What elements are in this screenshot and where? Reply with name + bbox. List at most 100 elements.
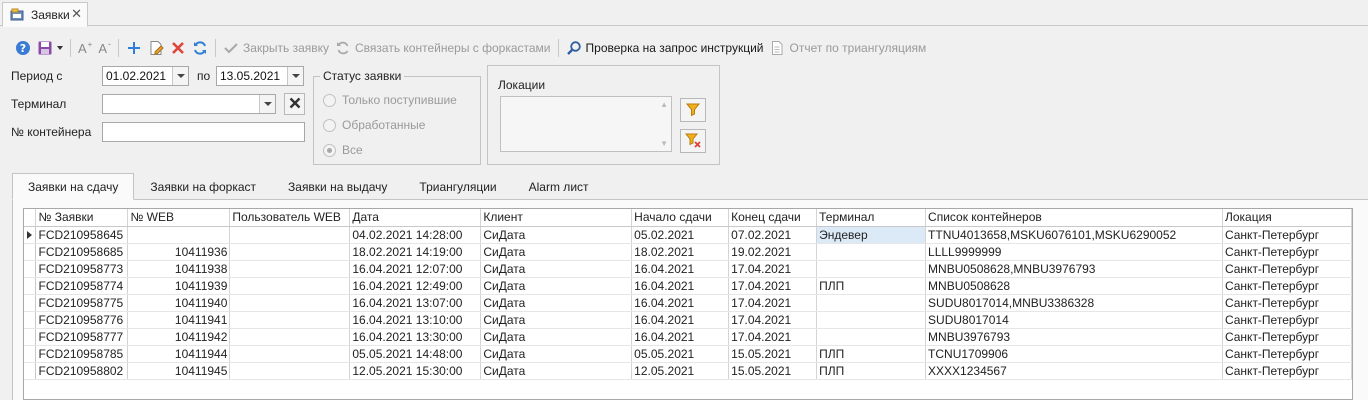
col-request-no-cell[interactable]: FCD210958802 (35, 362, 129, 380)
col-terminal-cell[interactable] (816, 243, 927, 261)
col-containers-header[interactable]: Список контейнеров (925, 209, 1223, 227)
col-containers-cell[interactable]: LLLL9999999 (925, 243, 1223, 261)
document-tab-requests[interactable]: Заявки ✕ (2, 2, 88, 27)
table-row[interactable]: FCD210958774 10411939 16.04.2021 12:49:00 С… (24, 277, 1353, 295)
radio-processed[interactable]: Обработанные (323, 118, 425, 132)
location-filter-button[interactable] (680, 98, 706, 122)
requests-grid[interactable]: № Заявки № WEB Пользователь WEB Дата Клиент Н… (23, 208, 1353, 400)
table-row[interactable]: FCD210958775 10411940 16.04.2021 13:07:00 С… (24, 294, 1353, 312)
col-client-cell[interactable]: СиДата (480, 243, 633, 261)
col-date-cell[interactable]: 16.04.2021 12:49:00 (349, 277, 482, 295)
close-icon[interactable]: ✕ (71, 7, 82, 21)
location-clear-filter-button[interactable] (680, 129, 706, 153)
col-client-cell[interactable]: СиДата (480, 226, 633, 244)
col-end-cell[interactable]: 17.04.2021 (728, 260, 818, 278)
terminal-input[interactable] (102, 94, 276, 114)
col-date-header[interactable]: Дата (349, 209, 482, 227)
table-row[interactable]: FCD210958802 10411945 12.05.2021 15:30:00 С… (24, 362, 1353, 380)
col-end-cell[interactable]: 17.04.2021 (728, 277, 818, 295)
radio-button[interactable] (323, 118, 336, 132)
col-terminal-cell[interactable] (816, 328, 927, 346)
tab-alarm-list[interactable]: Alarm лист (513, 173, 605, 200)
col-request-no-cell[interactable]: FCD210958775 (35, 294, 129, 312)
col-date-cell[interactable]: 16.04.2021 13:30:00 (349, 328, 482, 346)
col-web-user-header[interactable]: Пользователь WEB (229, 209, 351, 227)
col-containers-cell[interactable]: TTNU4013658,MSKU6076101,MSKU6290052 (925, 226, 1223, 244)
col-start-header[interactable]: Начало сдачи (631, 209, 730, 227)
col-terminal-cell[interactable]: Эндевер (816, 226, 927, 244)
col-start-cell[interactable]: 05.02.2021 (631, 226, 730, 244)
edit-button[interactable] (145, 37, 167, 59)
radio-button[interactable] (323, 143, 336, 157)
col-end-cell[interactable]: 17.04.2021 (728, 294, 818, 312)
col-web-user-cell[interactable] (229, 243, 351, 261)
clear-terminal-button[interactable] (284, 93, 305, 115)
col-request-no-cell[interactable]: FCD210958785 (35, 345, 129, 363)
col-date-cell[interactable]: 16.04.2021 12:07:00 (349, 260, 482, 278)
col-web-no-cell[interactable]: 10411939 (127, 277, 231, 295)
col-start-cell[interactable]: 16.04.2021 (631, 311, 730, 329)
col-end-header[interactable]: Конец сдачи (728, 209, 818, 227)
container-input[interactable] (102, 122, 305, 142)
col-location-cell[interactable]: Санкт-Петербург (1222, 294, 1353, 312)
col-client-cell[interactable]: СиДата (480, 328, 633, 346)
col-client-cell[interactable]: СиДата (480, 345, 633, 363)
table-row[interactable]: FCD210958776 10411941 16.04.2021 13:10:00 С… (24, 311, 1353, 329)
col-end-cell[interactable]: 07.02.2021 (728, 226, 818, 244)
row-indicator[interactable] (24, 294, 37, 312)
col-date-cell[interactable]: 05.05.2021 14:48:00 (349, 345, 482, 363)
refresh-button[interactable] (189, 37, 211, 59)
font-decrease-button[interactable]: A- (95, 37, 114, 59)
tab-deliveries[interactable]: Заявки на сдачу (12, 173, 135, 200)
col-web-user-cell[interactable] (229, 226, 351, 244)
col-date-cell[interactable]: 16.04.2021 13:10:00 (349, 311, 482, 329)
col-containers-cell[interactable]: SUDU8017014 (925, 311, 1223, 329)
radio-button[interactable] (323, 93, 336, 107)
locations-list[interactable]: ▲ ▼ (500, 96, 672, 152)
col-start-cell[interactable]: 16.04.2021 (631, 328, 730, 346)
col-date-cell[interactable]: 04.02.2021 14:28:00 (349, 226, 482, 244)
col-web-user-cell[interactable] (229, 345, 351, 363)
font-increase-button[interactable]: A + (75, 37, 95, 59)
col-terminal-cell[interactable] (816, 260, 927, 278)
chevron-down-icon[interactable] (172, 67, 188, 85)
table-row[interactable]: FCD210958685 10411936 18.02.2021 14:19:00 С… (24, 243, 1353, 261)
table-row[interactable]: FCD210958785 10411944 05.05.2021 14:48:00 С… (24, 345, 1353, 363)
col-location-cell[interactable]: Санкт-Петербург (1222, 311, 1353, 329)
col-request-no-cell[interactable]: FCD210958773 (35, 260, 129, 278)
col-web-no-cell[interactable]: 10411940 (127, 294, 231, 312)
col-end-cell[interactable]: 19.02.2021 (728, 243, 818, 261)
col-date-cell[interactable]: 18.02.2021 14:19:00 (349, 243, 482, 261)
row-indicator[interactable] (24, 260, 37, 278)
col-terminal-cell[interactable] (816, 311, 927, 329)
tab-pickups[interactable]: Заявки на выдачу (272, 173, 403, 200)
terminal-combo[interactable] (102, 94, 276, 114)
col-location-cell[interactable]: Санкт-Петербург (1222, 345, 1353, 363)
col-start-cell[interactable]: 05.05.2021 (631, 345, 730, 363)
tab-forecast[interactable]: Заявки на форкаст (134, 173, 272, 200)
col-web-user-cell[interactable] (229, 294, 351, 312)
row-indicator[interactable] (24, 345, 37, 363)
col-end-cell[interactable]: 15.05.2021 (728, 345, 818, 363)
check-instructions-button[interactable]: Проверка на запрос инструкций (563, 37, 767, 59)
col-start-cell[interactable]: 16.04.2021 (631, 277, 730, 295)
col-location-cell[interactable]: Санкт-Петербург (1222, 277, 1353, 295)
col-client-cell[interactable]: СиДата (480, 362, 633, 380)
save-button[interactable] (34, 37, 66, 59)
col-containers-cell[interactable]: MNBU0508628,MNBU3976793 (925, 260, 1223, 278)
row-indicator[interactable] (24, 311, 37, 329)
chevron-down-icon[interactable] (57, 46, 63, 50)
radio-all[interactable]: Все (323, 143, 363, 157)
radio-only-new[interactable]: Только поступившие (323, 93, 457, 107)
chevron-down-icon[interactable] (259, 95, 275, 113)
col-web-no-cell[interactable]: 10411945 (127, 362, 231, 380)
col-start-cell[interactable]: 18.02.2021 (631, 243, 730, 261)
chevron-down-icon[interactable] (287, 67, 303, 85)
row-indicator[interactable] (24, 362, 37, 380)
col-containers-cell[interactable]: TCNU1709906 (925, 345, 1223, 363)
col-web-user-cell[interactable] (229, 260, 351, 278)
col-web-user-cell[interactable] (229, 277, 351, 295)
date-from-picker[interactable] (102, 66, 189, 86)
col-end-cell[interactable]: 17.04.2021 (728, 328, 818, 346)
col-web-no-cell[interactable] (127, 226, 231, 244)
